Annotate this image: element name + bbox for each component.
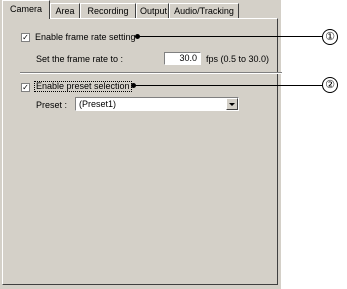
tab-output[interactable]: Output [136,3,169,18]
frame-rate-set-label: Set the frame rate to : [36,54,124,64]
section-divider [20,72,282,74]
preset-dropdown[interactable]: (Preset1) [75,97,239,111]
tab-area[interactable]: Area [50,3,80,18]
preset-selected-value: (Preset1) [79,99,117,109]
frame-rate-input[interactable]: 30.0 [164,52,201,65]
frame-rate-checkbox-label[interactable]: Enable frame rate setting [35,32,136,42]
tab-recording[interactable]: Recording [80,3,136,18]
preset-checkbox[interactable]: ✓ [21,83,30,92]
tab-bar: Camera Area Recording Output Audio/Track… [0,0,281,19]
callout-number-1: ① [322,29,338,45]
camera-settings-dialog: Camera Area Recording Output Audio/Track… [0,0,282,289]
frame-rate-range-hint: fps (0.5 to 30.0) [206,54,270,64]
chevron-down-icon[interactable] [226,98,238,110]
callout-line-2 [134,85,322,86]
callout-number-2: ② [322,77,338,93]
frame-rate-checkbox[interactable]: ✓ [21,33,30,42]
preset-label: Preset : [36,100,68,110]
tab-audio-tracking[interactable]: Audio/Tracking [169,3,239,18]
tab-camera[interactable]: Camera [2,0,50,19]
preset-checkbox-label[interactable]: Enable preset selection [34,81,132,92]
callout-line-1 [138,36,322,37]
